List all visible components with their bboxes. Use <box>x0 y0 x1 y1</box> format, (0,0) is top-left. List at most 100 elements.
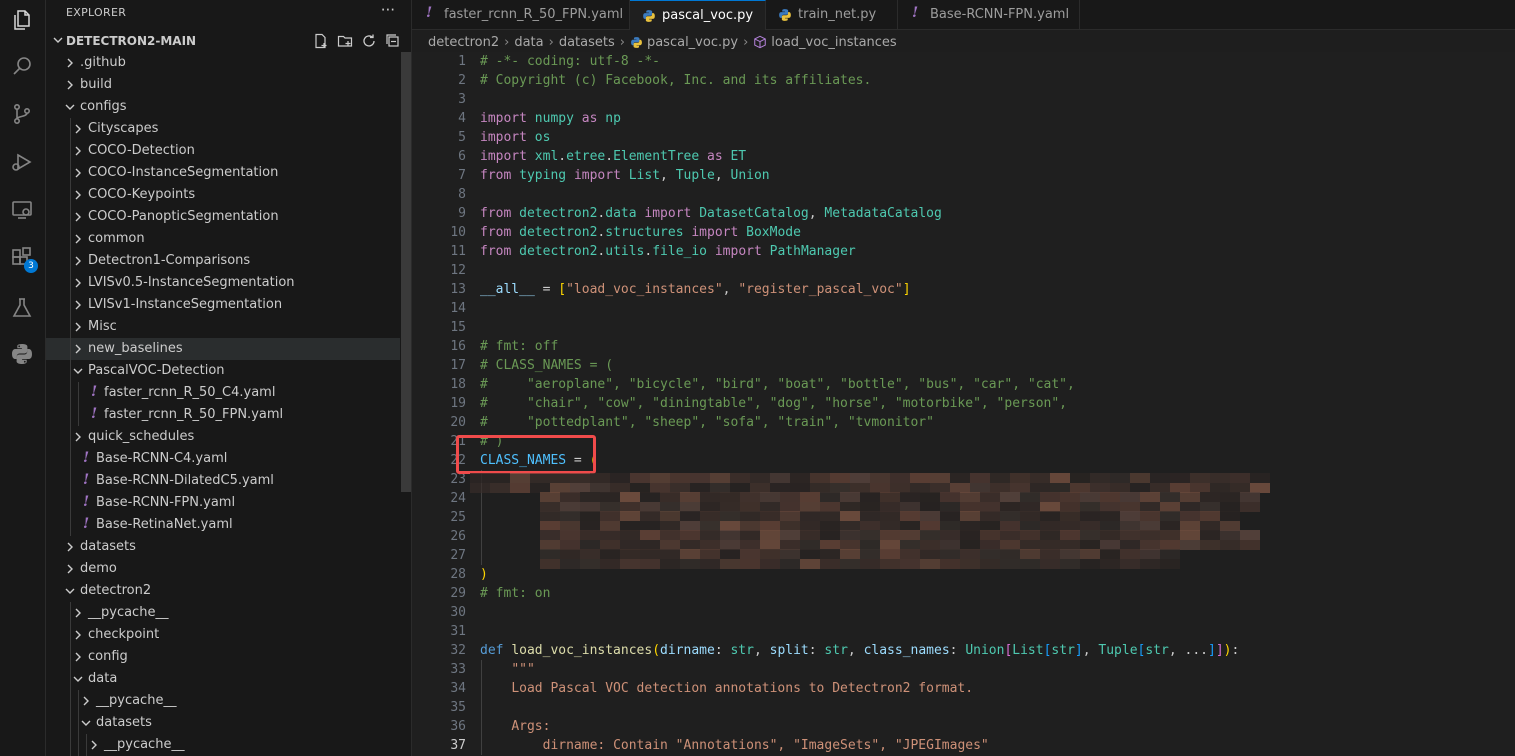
tree-folder-item[interactable]: __pycache__ <box>46 690 400 712</box>
mosaic-cell <box>1060 540 1080 550</box>
chevron-right-icon <box>75 432 81 442</box>
tree-item-label: Base-RCNN-DilatedC5.yaml <box>96 473 274 488</box>
mosaic-cell <box>1100 549 1120 559</box>
editor-tab[interactable]: ! Base-RCNN-FPN.yaml <box>898 0 1080 30</box>
breadcrumb-item[interactable]: detectron2 <box>428 35 499 50</box>
tree-file-item[interactable]: ! Base-RCNN-DilatedC5.yaml <box>46 470 400 492</box>
mosaic-cell <box>1020 549 1040 559</box>
chevron-right-icon <box>75 124 81 134</box>
refresh-icon[interactable] <box>360 32 378 50</box>
line-number: 24 <box>450 491 466 506</box>
new-folder-icon[interactable] <box>336 32 354 50</box>
tree-folder-item[interactable]: checkpoint <box>46 624 400 646</box>
mosaic-cell <box>840 511 860 521</box>
mosaic-cell <box>1120 511 1140 521</box>
line-number: 33 <box>450 662 466 677</box>
tree-folder-item[interactable]: common <box>46 228 400 250</box>
tree-folder-item[interactable]: __pycache__ <box>46 734 400 756</box>
code-token: ] <box>1207 643 1216 658</box>
code-token: : <box>714 643 731 658</box>
mosaic-cell <box>1000 549 1020 559</box>
code-line: # "pottedplant", "sheep", "sofa", "train… <box>480 413 934 432</box>
more-actions-icon[interactable]: ··· <box>381 1 395 19</box>
mosaic-cell <box>1200 521 1220 531</box>
tree-folder-item[interactable]: quick_schedules <box>46 426 400 448</box>
tree-folder-item[interactable]: Detectron1-Comparisons <box>46 250 400 272</box>
tree-folder-item[interactable]: __pycache__ <box>46 602 400 624</box>
tree-folder-item[interactable]: config <box>46 646 400 668</box>
tree-item-label: COCO-Keypoints <box>88 187 196 202</box>
mosaic-cell <box>950 483 970 493</box>
tree-item-label: COCO-Detection <box>88 143 195 158</box>
mosaic-cell <box>1230 473 1250 483</box>
sidebar-scrollbar[interactable] <box>401 52 411 492</box>
testing-icon[interactable] <box>8 294 36 322</box>
tree-folder-item[interactable]: configs <box>46 96 400 118</box>
mosaic-cell <box>800 492 820 502</box>
breadcrumb-item[interactable]: datasets <box>559 35 615 50</box>
mosaic-cell <box>780 540 800 550</box>
editor-tab[interactable]: pascal_voc.py <box>630 0 766 30</box>
breadcrumb-item[interactable]: data <box>514 35 543 50</box>
new-file-icon[interactable] <box>312 32 330 50</box>
mosaic-cell <box>800 511 820 521</box>
mosaic-cell <box>1060 549 1080 559</box>
code-token: file_io <box>652 244 708 259</box>
mosaic-cell <box>1000 502 1020 512</box>
code-token: dirname: Contain "Annotations", "ImageSe… <box>542 738 989 753</box>
tree-folder-item[interactable]: demo <box>46 558 400 580</box>
mosaic-cell <box>1120 549 1140 559</box>
code-line: # Copyright (c) Facebook, Inc. and its a… <box>480 71 871 90</box>
run-debug-icon[interactable] <box>8 148 36 176</box>
tree-folder-item[interactable]: LVISv0.5-InstanceSegmentation <box>46 272 400 294</box>
files-icon[interactable] <box>8 6 36 34</box>
source-control-icon[interactable] <box>8 100 36 128</box>
tree-folder-item[interactable]: .github <box>46 52 400 74</box>
tree-folder-item[interactable]: new_baselines <box>46 338 400 360</box>
tree-item-label: .github <box>80 55 126 70</box>
yaml-file-icon: ! <box>83 516 90 532</box>
mosaic-cell <box>1150 473 1170 483</box>
tree-folder-item[interactable]: datasets <box>46 712 400 734</box>
tree-folder-item[interactable]: Misc <box>46 316 400 338</box>
tree-file-item[interactable]: ! faster_rcnn_R_50_C4.yaml <box>46 382 400 404</box>
tree-file-item[interactable]: ! Base-RCNN-C4.yaml <box>46 448 400 470</box>
remote-explorer-icon[interactable] <box>8 196 36 224</box>
workspace-root[interactable]: DETECTRON2-MAIN <box>46 31 411 51</box>
editor-tab[interactable]: train_net.py <box>766 0 898 30</box>
editor-tab[interactable]: ! faster_rcnn_R_50_FPN.yaml <box>412 0 630 30</box>
tree-folder-item[interactable]: COCO-Keypoints <box>46 184 400 206</box>
tree-folder-item[interactable]: COCO-Detection <box>46 140 400 162</box>
search-icon[interactable] <box>8 52 36 80</box>
code-line: # "chair", "cow", "diningtable", "dog", … <box>480 394 1067 413</box>
tree-folder-item[interactable]: COCO-InstanceSegmentation <box>46 162 400 184</box>
extensions-icon[interactable]: 3 <box>8 244 38 273</box>
tree-folder-item[interactable]: Cityscapes <box>46 118 400 140</box>
code-editor[interactable]: 1 # -*- coding: utf-8 -*- 2 # Copyright (c)… <box>412 52 1515 756</box>
tree-folder-item[interactable]: data <box>46 668 400 690</box>
mosaic-cell <box>920 492 940 502</box>
tree-folder-item[interactable]: detectron2 <box>46 580 400 602</box>
code-token: numpy <box>534 111 574 126</box>
breadcrumb-file[interactable]: pascal_voc.py <box>647 35 738 50</box>
tree-item-label: quick_schedules <box>88 429 195 444</box>
tree-folder-item[interactable]: COCO-PanopticSegmentation <box>46 206 400 228</box>
activity-bar: 3 <box>0 0 46 756</box>
tree-folder-item[interactable]: datasets <box>46 536 400 558</box>
tree-folder-item[interactable]: LVISv1-InstanceSegmentation <box>46 294 400 316</box>
mosaic-cell <box>1210 473 1230 483</box>
breadcrumb-symbol[interactable]: load_voc_instances <box>771 35 896 50</box>
line-number: 15 <box>450 320 466 335</box>
tree-file-item[interactable]: ! Base-RCNN-FPN.yaml <box>46 492 400 514</box>
collapse-all-icon[interactable] <box>384 32 402 50</box>
indent-guide <box>70 338 71 360</box>
tree-folder-item[interactable]: build <box>46 74 400 96</box>
tree-file-item[interactable]: ! faster_rcnn_R_50_FPN.yaml <box>46 404 400 426</box>
python-icon[interactable] <box>8 340 36 368</box>
tree-file-item[interactable]: ! Base-RetinaNet.yaml <box>46 514 400 536</box>
tree-folder-item[interactable]: PascalVOC-Detection <box>46 360 400 382</box>
